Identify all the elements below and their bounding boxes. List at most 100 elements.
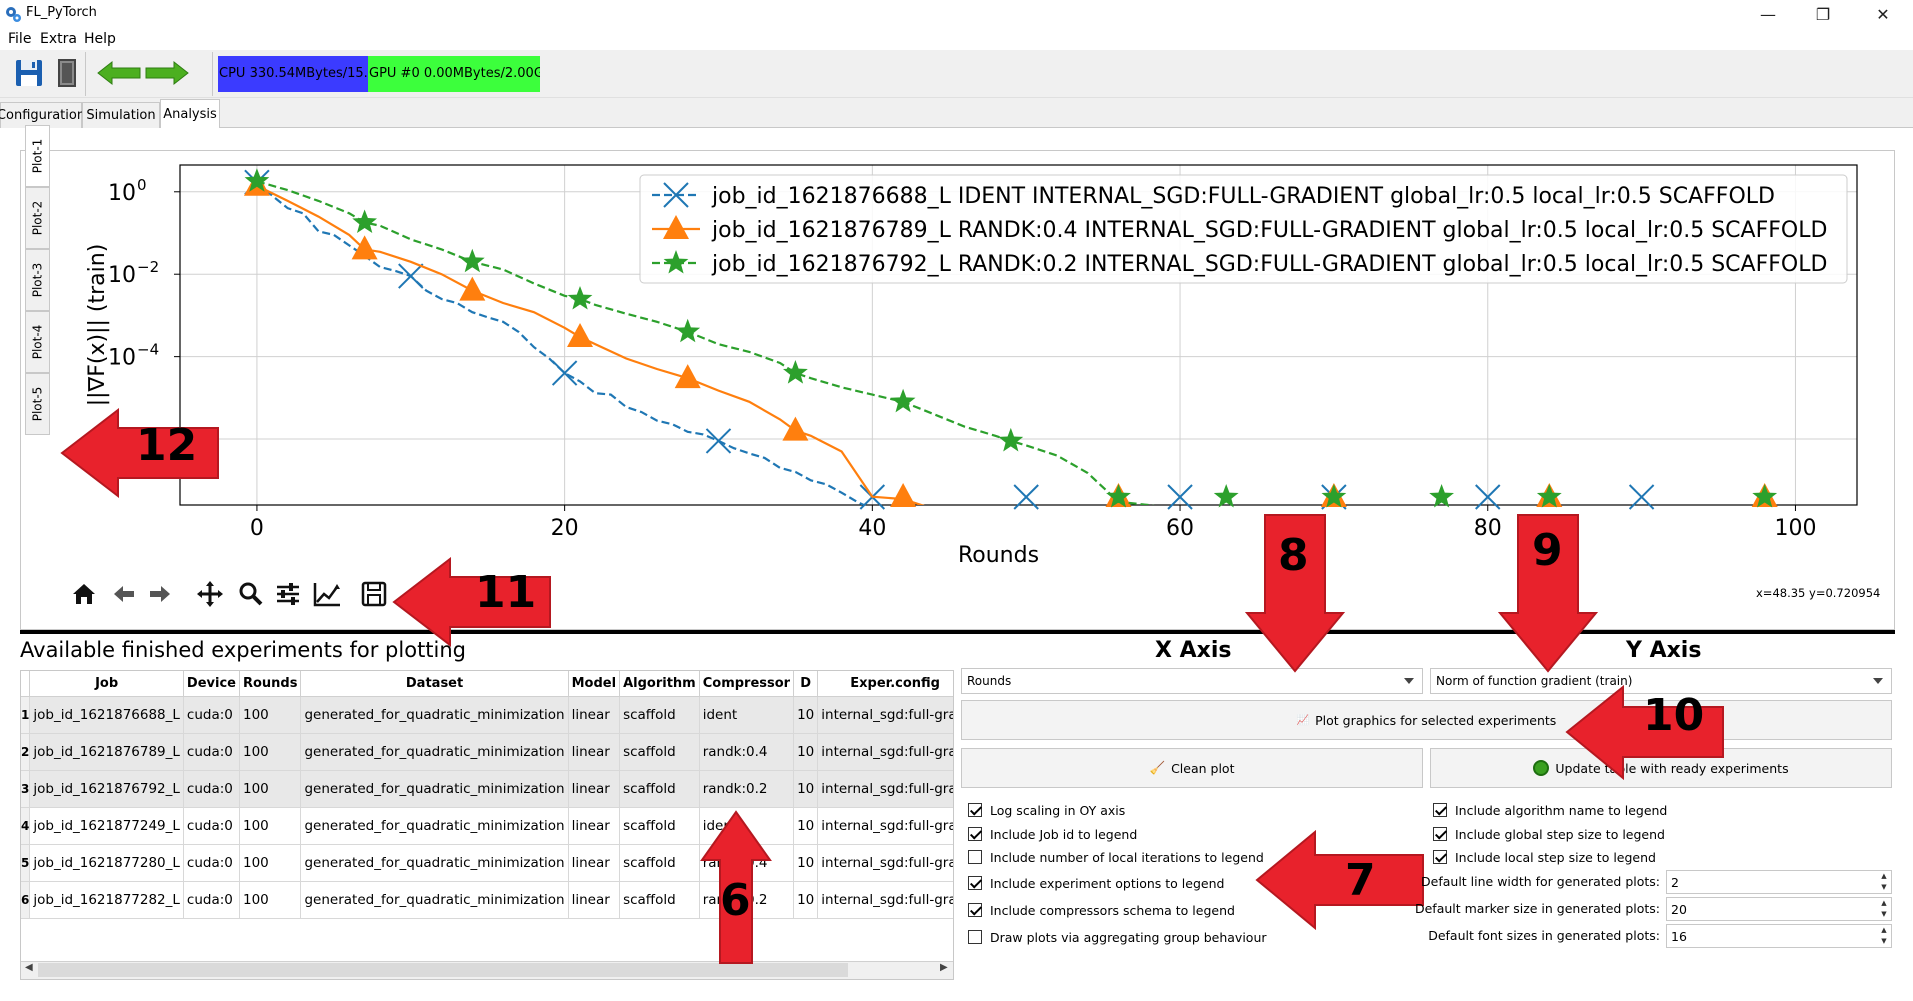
table-row[interactable]: 2 job_id_1621876789_L cuda:0 100 generated_f… [21, 733, 953, 771]
column-header[interactable]: Job [29, 671, 184, 697]
table-cell[interactable]: cuda:0 [183, 807, 240, 845]
option-checkbox[interactable]: Include experiment options to legend [968, 874, 1224, 892]
option-checkbox[interactable]: Include global step size to legend [1433, 825, 1665, 843]
table-row[interactable]: 6 job_id_1621877282_L cuda:0 100 generated_f… [21, 881, 953, 919]
table-cell[interactable]: randk:0.4 [699, 733, 795, 771]
spin-down-icon[interactable]: ▼ [1877, 882, 1891, 893]
table-row[interactable]: 3 job_id_1621876792_L cuda:0 100 generated_f… [21, 770, 953, 808]
row-number[interactable]: 3 [21, 770, 31, 808]
table-row[interactable]: 1 job_id_1621876688_L cuda:0 100 generated_f… [21, 696, 953, 734]
option-checkbox[interactable]: Include algorithm name to legend [1433, 801, 1667, 819]
table-cell[interactable]: linear [568, 770, 621, 808]
option-checkbox[interactable]: Include compressors schema to legend [968, 901, 1235, 919]
table-cell[interactable]: 100 [239, 807, 302, 845]
spin-down-icon[interactable]: ▼ [1877, 936, 1891, 947]
table-row[interactable]: 4 job_id_1621877249_L cuda:0 100 generated_f… [21, 807, 953, 845]
table-cell[interactable]: linear [568, 844, 621, 882]
checked-checkbox-icon[interactable] [968, 827, 982, 841]
setting-spinbox[interactable]: 20 ▲ ▼ [1666, 897, 1892, 921]
unchecked-checkbox-icon[interactable] [968, 850, 982, 864]
spin-up-icon[interactable]: ▲ [1877, 898, 1891, 909]
table-cell[interactable]: generated_for_quadratic_minimization [300, 844, 569, 882]
spin-up-icon[interactable]: ▲ [1877, 925, 1891, 936]
pan-icon[interactable] [195, 579, 225, 609]
unchecked-checkbox-icon[interactable] [968, 930, 982, 944]
column-header[interactable]: Device [183, 671, 240, 697]
table-cell[interactable]: 10 [793, 770, 819, 808]
table-cell[interactable]: 10 [793, 696, 819, 734]
table-cell[interactable]: scaffold [619, 770, 700, 808]
table-cell[interactable]: internal_sgd:full-gradi [817, 696, 953, 734]
setting-spinbox[interactable]: 2 ▲ ▼ [1666, 870, 1892, 894]
checked-checkbox-icon[interactable] [1433, 827, 1447, 841]
table-cell[interactable]: linear [568, 807, 621, 845]
checked-checkbox-icon[interactable] [1433, 803, 1447, 817]
row-number[interactable]: 6 [21, 881, 31, 919]
menu-extra[interactable]: Extra [40, 31, 77, 47]
table-cell[interactable]: 10 [793, 881, 819, 919]
row-number-header[interactable] [21, 671, 31, 697]
column-header[interactable]: Exper.config [817, 671, 953, 697]
column-header[interactable]: Dataset [300, 671, 569, 697]
table-cell[interactable]: 10 [793, 807, 819, 845]
table-cell[interactable]: cuda:0 [183, 844, 240, 882]
table-cell[interactable]: 100 [239, 881, 302, 919]
option-checkbox[interactable]: Log scaling in OY axis [968, 801, 1125, 819]
plot-tab-5[interactable]: Plot-5 [25, 373, 50, 435]
spin-down-icon[interactable]: ▼ [1877, 909, 1891, 920]
table-cell[interactable]: 10 [793, 844, 819, 882]
forward-arrow-icon[interactable] [144, 60, 190, 86]
save-figure-icon[interactable] [360, 580, 388, 608]
table-cell[interactable]: linear [568, 733, 621, 771]
table-cell[interactable]: scaffold [619, 696, 700, 734]
table-cell[interactable]: cuda:0 [183, 770, 240, 808]
experiments-table[interactable]: Job Device Rounds Dataset Model Algorithm Comp… [20, 670, 954, 980]
checked-checkbox-icon[interactable] [968, 876, 982, 890]
table-cell[interactable]: scaffold [619, 881, 700, 919]
table-cell[interactable]: randk:0.2 [699, 770, 795, 808]
row-number[interactable]: 2 [21, 733, 31, 771]
table-row[interactable]: 5 job_id_1621877280_L cuda:0 100 generated_f… [21, 844, 953, 882]
table-cell[interactable]: internal_sgd:full-gradi [817, 807, 953, 845]
menu-help[interactable]: Help [84, 31, 116, 47]
option-checkbox[interactable]: Include Job id to legend [968, 825, 1137, 843]
back-arrow-icon[interactable] [96, 60, 142, 86]
setting-spinbox[interactable]: 16 ▲ ▼ [1666, 924, 1892, 948]
plot-tab-2[interactable]: Plot-2 [25, 187, 50, 249]
table-cell[interactable]: generated_for_quadratic_minimization [300, 770, 569, 808]
home-icon[interactable] [70, 580, 98, 608]
table-cell[interactable]: internal_sgd:full-gradi [817, 881, 953, 919]
plot-graphics-button[interactable]: 📈 Plot graphics for selected experiments [961, 700, 1892, 740]
table-cell[interactable]: generated_for_quadratic_minimization [300, 807, 569, 845]
x-axis-select[interactable]: Rounds [961, 668, 1423, 694]
table-cell[interactable]: job_id_1621877282_L [29, 881, 184, 919]
table-cell[interactable]: 100 [239, 770, 302, 808]
option-checkbox[interactable]: Include local step size to legend [1433, 848, 1656, 866]
tab-analysis[interactable]: Analysis [160, 99, 220, 129]
maximize-button[interactable]: ❐ [1800, 0, 1846, 28]
tab-simulation[interactable]: Simulation [82, 102, 160, 128]
spin-up-icon[interactable]: ▲ [1877, 871, 1891, 882]
option-checkbox[interactable]: Include number of local iterations to le… [968, 848, 1264, 866]
plot-tab-3[interactable]: Plot-3 [25, 249, 50, 311]
table-cell[interactable]: 10 [793, 733, 819, 771]
table-cell[interactable]: job_id_1621877249_L [29, 807, 184, 845]
table-cell[interactable]: linear [568, 696, 621, 734]
column-header[interactable]: Algorithm [619, 671, 700, 697]
row-number[interactable]: 4 [21, 807, 31, 845]
close-button[interactable]: ✕ [1860, 0, 1906, 28]
checked-checkbox-icon[interactable] [968, 803, 982, 817]
table-cell[interactable]: linear [568, 881, 621, 919]
table-cell[interactable]: cuda:0 [183, 733, 240, 771]
table-cell[interactable]: job_id_1621876789_L [29, 733, 184, 771]
table-cell[interactable]: 100 [239, 844, 302, 882]
table-cell[interactable]: internal_sgd:full-gradi [817, 733, 953, 771]
column-header[interactable]: Model [568, 671, 621, 697]
scroll-left-icon[interactable]: ◀ [25, 962, 33, 973]
configure-subplots-icon[interactable] [274, 580, 302, 608]
table-cell[interactable]: internal_sgd:full-gradi [817, 844, 953, 882]
scrollbar-thumb[interactable] [38, 963, 848, 977]
checked-checkbox-icon[interactable] [1433, 850, 1447, 864]
table-cell[interactable]: cuda:0 [183, 881, 240, 919]
menu-file[interactable]: File [8, 31, 31, 47]
